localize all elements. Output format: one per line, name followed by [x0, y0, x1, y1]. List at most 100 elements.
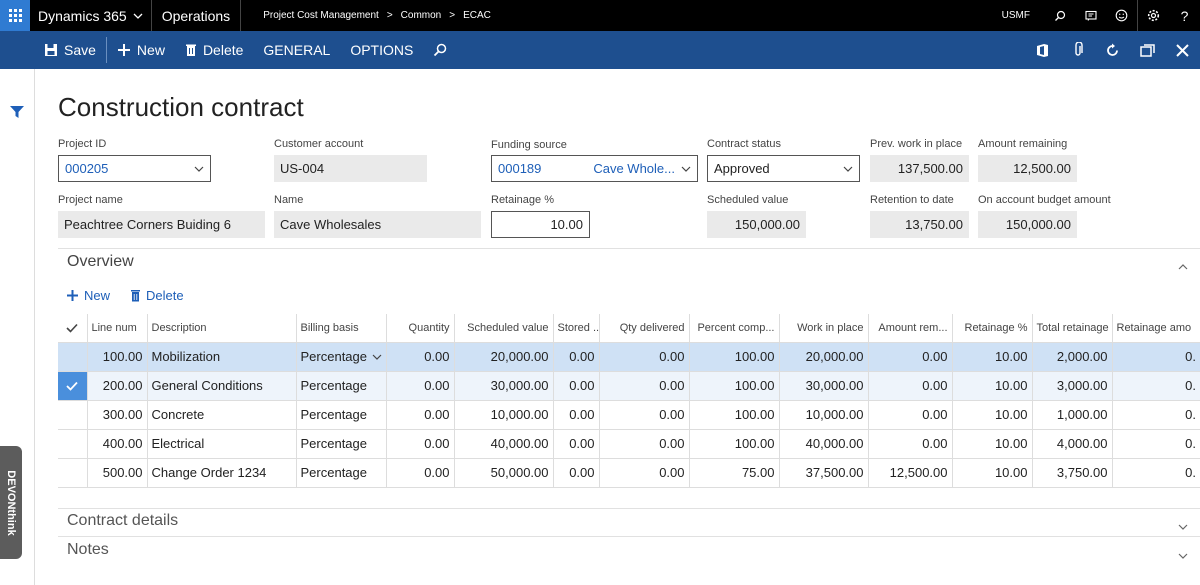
grid-cell[interactable]: 10.00 — [951, 428, 1032, 458]
office-icon[interactable] — [1025, 31, 1060, 69]
filter-icon[interactable] — [9, 105, 25, 122]
breadcrumb-item[interactable]: Common — [401, 10, 442, 21]
grid-cell[interactable]: 0.00 — [552, 341, 599, 371]
help-icon[interactable]: ? — [1169, 0, 1200, 31]
grid-cell[interactable]: 10,000.00 — [453, 399, 553, 429]
grid-cell[interactable]: 100.00 — [86, 341, 147, 371]
grid-cell[interactable]: 100.00 — [688, 370, 779, 400]
notes-section-header[interactable]: Notes — [67, 541, 109, 559]
close-icon[interactable] — [1165, 31, 1200, 69]
grid-cell[interactable]: 0.00 — [552, 370, 599, 400]
grid-cell[interactable]: 4,000.00 — [1031, 428, 1112, 458]
breadcrumb-item[interactable]: ECAC — [463, 10, 491, 21]
grid-cell[interactable]: 30,000.00 — [453, 370, 553, 400]
grid-cell[interactable]: 0.00 — [598, 457, 689, 488]
grid-cell[interactable]: 0.00 — [552, 428, 599, 458]
breadcrumb-item[interactable]: Project Cost Management — [263, 10, 379, 21]
open-new-window-icon[interactable] — [1130, 31, 1165, 69]
grid-cell[interactable]: 0.00 — [598, 370, 689, 400]
grid-cell[interactable]: 0.00 — [598, 428, 689, 458]
grid-cell[interactable]: 10.00 — [951, 370, 1032, 400]
row-checkbox[interactable] — [58, 370, 87, 400]
chevron-down-icon[interactable] — [1178, 518, 1188, 533]
column-header[interactable]: Description — [146, 314, 296, 342]
grid-cell[interactable]: 0.00 — [867, 341, 952, 371]
grid-cell[interactable]: 3,000.00 — [1031, 370, 1112, 400]
chevron-down-icon[interactable] — [1178, 547, 1188, 562]
grid-cell[interactable]: General Conditions — [146, 370, 296, 400]
message-icon[interactable] — [1075, 0, 1106, 31]
grid-cell[interactable]: 300.00 — [86, 399, 147, 429]
select-all-checkbox[interactable] — [58, 314, 87, 342]
grid-cell[interactable]: Percentage — [295, 399, 386, 429]
grid-cell[interactable]: 0. — [1111, 399, 1200, 429]
contract-status-select[interactable]: Approved — [707, 155, 860, 182]
grid-cell[interactable]: 40,000.00 — [453, 428, 553, 458]
overview-section-header[interactable]: Overview — [67, 253, 134, 271]
grid-cell[interactable]: 200.00 — [86, 370, 147, 400]
app-name-menu[interactable]: Dynamics 365 — [30, 0, 152, 31]
grid-cell[interactable]: 37,500.00 — [778, 457, 868, 488]
grid-cell[interactable]: 0. — [1111, 370, 1200, 400]
grid-cell[interactable]: 0.00 — [385, 457, 454, 488]
grid-cell[interactable]: 1,000.00 — [1031, 399, 1112, 429]
devonthink-side-tab[interactable]: DEVONthink — [0, 446, 22, 559]
table-row[interactable]: 400.00 Electrical Percentage 0.00 40,000… — [58, 428, 1200, 458]
grid-cell[interactable]: 3,750.00 — [1031, 457, 1112, 488]
row-checkbox[interactable] — [58, 428, 87, 458]
tab-general[interactable]: GENERAL — [253, 31, 340, 69]
delete-button[interactable]: Delete — [175, 31, 253, 69]
grid-cell[interactable]: 30,000.00 — [778, 370, 868, 400]
grid-cell[interactable]: 10.00 — [951, 399, 1032, 429]
grid-cell[interactable]: 10,000.00 — [778, 399, 868, 429]
app-launcher-icon[interactable] — [0, 0, 30, 31]
grid-cell[interactable]: 0.00 — [867, 428, 952, 458]
grid-cell[interactable]: Percentage — [295, 370, 386, 400]
grid-cell[interactable]: Electrical — [146, 428, 296, 458]
company-picker[interactable]: USMF — [988, 10, 1044, 21]
grid-cell[interactable]: 0. — [1111, 428, 1200, 458]
grid-cell[interactable]: 20,000.00 — [453, 341, 553, 371]
grid-cell[interactable]: 400.00 — [86, 428, 147, 458]
new-button[interactable]: New — [107, 31, 175, 69]
grid-cell[interactable]: 100.00 — [688, 399, 779, 429]
grid-cell[interactable]: 2,000.00 — [1031, 341, 1112, 371]
grid-cell[interactable]: Percentage — [295, 457, 386, 488]
grid-cell[interactable]: 0.00 — [385, 428, 454, 458]
column-header[interactable]: Stored ... — [552, 314, 599, 342]
grid-cell[interactable]: 75.00 — [688, 457, 779, 488]
table-row[interactable]: 500.00 Change Order 1234 Percentage 0.00… — [58, 457, 1200, 488]
grid-delete-button[interactable]: Delete — [130, 288, 184, 303]
column-header[interactable]: Percent comp... — [688, 314, 779, 342]
grid-cell[interactable]: 0.00 — [385, 341, 454, 371]
module-name[interactable]: Operations — [152, 0, 242, 31]
grid-cell[interactable]: 100.00 — [688, 341, 779, 371]
column-header[interactable]: Retainage amo — [1111, 314, 1200, 342]
contract-details-section-header[interactable]: Contract details — [67, 512, 178, 530]
grid-cell[interactable]: 0.00 — [552, 457, 599, 488]
tab-options[interactable]: OPTIONS — [340, 31, 423, 69]
grid-cell[interactable]: 10.00 — [951, 341, 1032, 371]
row-checkbox[interactable] — [58, 341, 87, 371]
project-id-field[interactable]: 000205 — [58, 155, 211, 182]
save-button[interactable]: Save — [0, 31, 106, 69]
grid-cell[interactable]: 0.00 — [867, 399, 952, 429]
grid-cell[interactable]: 0.00 — [552, 399, 599, 429]
grid-cell[interactable]: 0.00 — [598, 341, 689, 371]
smiley-feedback-icon[interactable] — [1106, 0, 1137, 31]
grid-cell[interactable]: 12,500.00 — [867, 457, 952, 488]
grid-cell[interactable]: 0. — [1111, 341, 1200, 371]
retainage-pct-input[interactable]: 10.00 — [491, 211, 590, 238]
grid-cell[interactable]: Mobilization — [146, 341, 296, 371]
grid-cell[interactable]: 10.00 — [951, 457, 1032, 488]
column-header[interactable]: Quantity — [385, 314, 454, 342]
grid-cell[interactable]: 100.00 — [688, 428, 779, 458]
column-header[interactable]: Line num — [86, 314, 147, 342]
refresh-icon[interactable] — [1095, 31, 1130, 69]
grid-cell[interactable]: Percentage — [295, 428, 386, 458]
gear-icon[interactable] — [1138, 0, 1169, 31]
column-header[interactable]: Scheduled value — [453, 314, 553, 342]
column-header[interactable]: Work in place — [778, 314, 868, 342]
grid-cell[interactable]: 0.00 — [385, 399, 454, 429]
column-header[interactable]: Retainage % — [951, 314, 1032, 342]
